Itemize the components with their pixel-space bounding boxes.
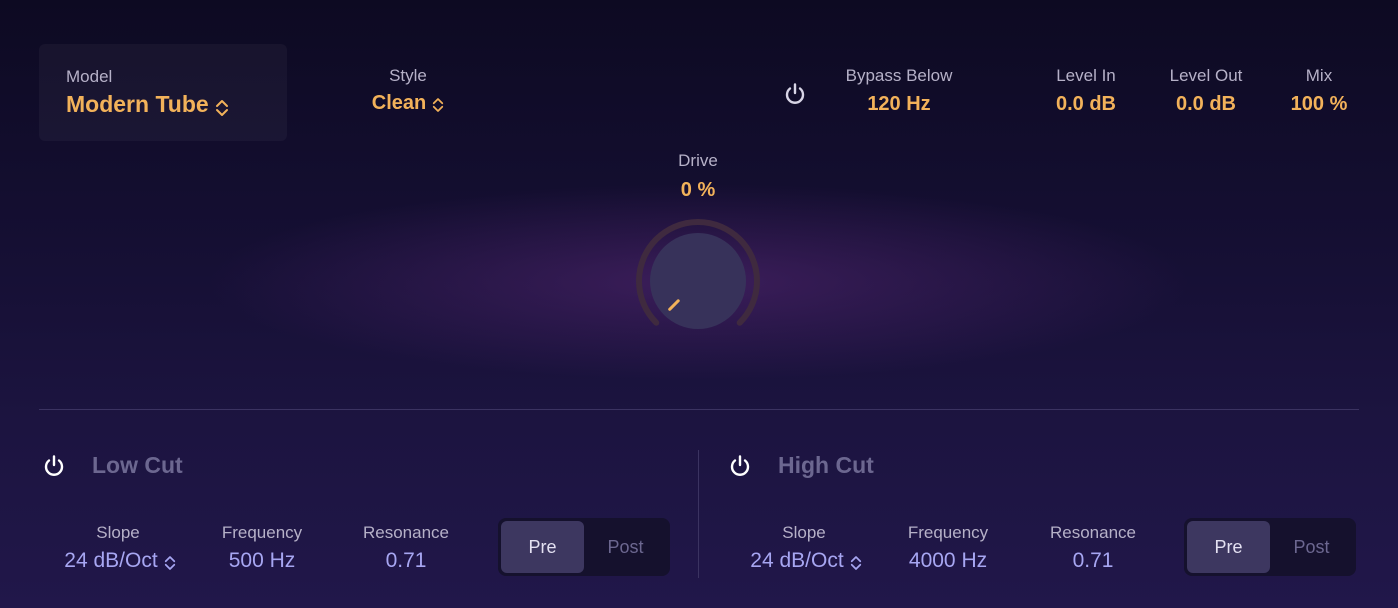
high-cut-resonance-label: Resonance <box>1049 523 1136 542</box>
level-out-value[interactable]: 0.0 dB <box>1153 93 1259 116</box>
bypass-label: Bypass Below <box>845 66 953 85</box>
low-cut-title: Low Cut <box>92 452 183 478</box>
low-cut-post-button[interactable]: Post <box>584 521 667 573</box>
low-cut-slope-value: 24 dB/Oct <box>64 549 158 572</box>
chevron-up-down-icon <box>433 97 444 112</box>
level-in-value[interactable]: 0.0 dB <box>1036 93 1136 116</box>
model-value: Modern Tube <box>66 91 209 117</box>
model-selector[interactable]: Model Modern Tube <box>39 44 287 141</box>
high-cut-slope-selector[interactable]: 24 dB/Oct <box>726 549 886 573</box>
style-selector[interactable]: Clean <box>340 92 476 115</box>
drive-value: 0 % <box>680 179 716 201</box>
drive-knob[interactable] <box>633 216 763 346</box>
low-cut-frequency-value[interactable]: 500 Hz <box>202 549 322 573</box>
section-divider-vertical <box>698 450 699 578</box>
low-cut-power-icon[interactable] <box>41 453 67 479</box>
high-cut-pre-button[interactable]: Pre <box>1187 521 1270 573</box>
level-in-label: Level In <box>1056 66 1116 85</box>
high-cut-frequency-label: Frequency <box>907 523 989 542</box>
level-out-label: Level Out <box>1169 66 1243 85</box>
low-cut-slope-selector[interactable]: 24 dB/Oct <box>40 549 200 573</box>
high-cut-resonance-value[interactable]: 0.71 <box>1033 549 1153 573</box>
low-cut-resonance-label: Resonance <box>362 523 449 542</box>
chevron-up-down-icon <box>850 555 861 570</box>
high-cut-slope-label: Slope <box>782 523 826 542</box>
section-divider <box>39 409 1359 410</box>
bypass-value[interactable]: 120 Hz <box>829 93 969 116</box>
low-cut-resonance-value[interactable]: 0.71 <box>346 549 466 573</box>
drive-label: Drive <box>678 151 718 170</box>
high-cut-pre-post-toggle[interactable]: Pre Post <box>1184 518 1356 576</box>
low-cut-frequency-label: Frequency <box>221 523 303 542</box>
high-cut-post-button[interactable]: Post <box>1270 521 1353 573</box>
high-cut-title: High Cut <box>778 452 874 478</box>
style-label: Style <box>389 66 427 85</box>
low-cut-pre-button[interactable]: Pre <box>501 521 584 573</box>
high-cut-power-icon[interactable] <box>727 453 753 479</box>
chevron-up-down-icon <box>164 555 175 570</box>
model-label: Model <box>66 67 113 86</box>
low-cut-slope-label: Slope <box>96 523 140 542</box>
style-value: Clean <box>371 92 427 114</box>
high-cut-frequency-value[interactable]: 4000 Hz <box>883 549 1013 573</box>
chevron-up-down-icon <box>215 99 228 116</box>
mix-label: Mix <box>1305 66 1333 85</box>
high-cut-slope-value: 24 dB/Oct <box>750 549 844 572</box>
mix-value[interactable]: 100 % <box>1274 93 1364 116</box>
bypass-power-icon[interactable] <box>782 81 808 107</box>
low-cut-pre-post-toggle[interactable]: Pre Post <box>498 518 670 576</box>
